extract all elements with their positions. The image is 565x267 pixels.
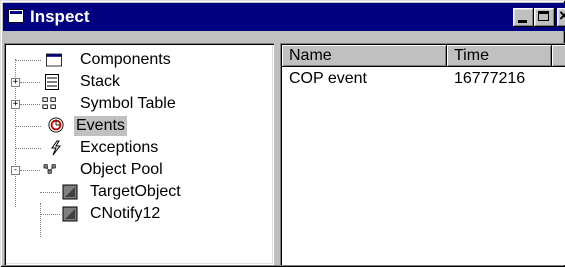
tree-item-label: Object Pool: [80, 161, 163, 178]
event-list[interactable]: Name Time COP event 16777216: [280, 43, 565, 265]
tree-item-label: TargetObject: [90, 183, 181, 200]
maximize-button[interactable]: [534, 8, 555, 27]
column-header-time[interactable]: Time: [447, 45, 552, 67]
components-icon: [46, 53, 62, 67]
tree-item-events[interactable]: Events: [4, 115, 264, 137]
tree-view[interactable]: Components + Stack + Symbol Table Events…: [4, 43, 274, 265]
tree-item-label: CNotify12: [90, 205, 161, 222]
close-button[interactable]: ×: [557, 6, 565, 27]
object-icon: [62, 206, 78, 222]
column-header-filler: [552, 45, 565, 67]
expand-icon[interactable]: +: [11, 78, 20, 87]
column-header-name[interactable]: Name: [282, 45, 447, 67]
tree-item-cnotify12[interactable]: CNotify12: [4, 203, 264, 225]
collapse-icon[interactable]: -: [11, 166, 20, 175]
tree-item-label: Exceptions: [80, 139, 159, 156]
title-bar[interactable]: Inspect ×: [3, 3, 565, 31]
event-time-cell: 16777216: [454, 70, 526, 87]
tree-item-exceptions[interactable]: Exceptions: [4, 137, 264, 159]
tree-item-components[interactable]: Components: [4, 49, 264, 71]
tree-item-label: Components: [80, 51, 171, 68]
close-icon: ×: [559, 6, 565, 25]
tree-item-label: Symbol Table: [80, 95, 176, 112]
window-icon: [8, 9, 24, 23]
tree-item-stack[interactable]: + Stack: [4, 71, 264, 93]
tree-item-label: Stack: [80, 73, 121, 90]
object-pool-icon: [43, 164, 56, 174]
tree-item-label: Events: [74, 116, 127, 136]
stack-icon: [45, 74, 59, 90]
events-icon: [48, 117, 64, 133]
event-name-cell: COP event: [289, 70, 367, 87]
expand-icon[interactable]: +: [11, 100, 20, 109]
exceptions-icon: [51, 140, 62, 156]
symbol-table-icon: [42, 97, 56, 109]
tree-item-targetobject[interactable]: TargetObject: [4, 181, 264, 203]
object-icon: [62, 184, 78, 200]
tree-item-symbol-table[interactable]: + Symbol Table: [4, 93, 264, 115]
inspect-window: Inspect × Components + Stack + Symbol Ta…: [0, 0, 565, 267]
minimize-button[interactable]: [513, 8, 534, 27]
window-title: Inspect: [30, 7, 90, 26]
tree-item-object-pool[interactable]: - Object Pool: [4, 159, 264, 181]
